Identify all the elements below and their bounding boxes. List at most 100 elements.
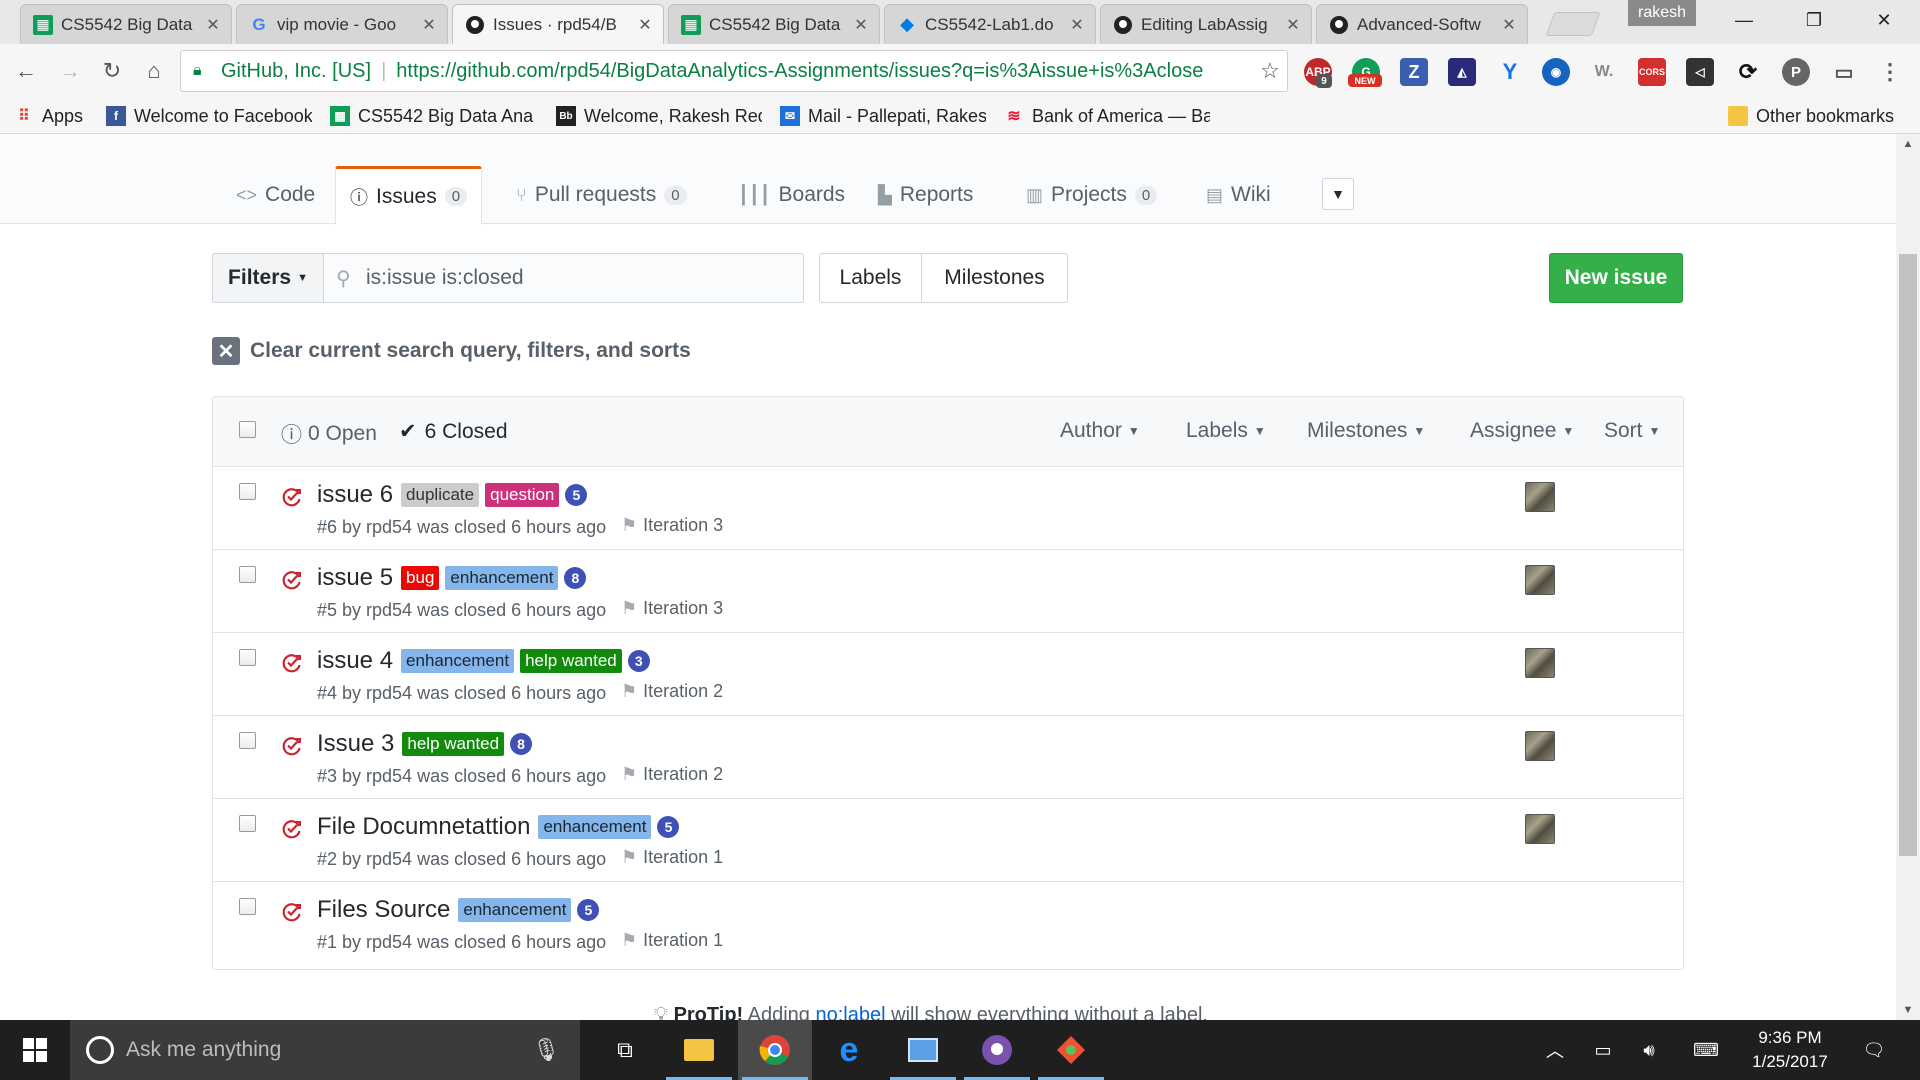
browser-tab-active[interactable]: Issues · rpd54/B ✕ [452,4,664,44]
power-icon[interactable]: ▭ [1586,1020,1620,1080]
bookmark-star-icon[interactable]: ☆ [1253,58,1287,84]
issue-row[interactable]: issue 6 duplicate question 5 #6 by rpd54 was… [213,467,1683,550]
issue-checkbox[interactable] [239,732,256,749]
y-extension-icon[interactable]: Y [1496,58,1524,86]
cast-icon[interactable]: ▭ [1830,58,1858,86]
browser-tab[interactable]: ◆ CS5542-Lab1.do ✕ [884,4,1096,44]
close-window-icon[interactable]: ✕ [1854,0,1914,40]
filters-dropdown[interactable]: Filters ▼ [212,253,324,303]
label-enhancement[interactable]: enhancement [458,898,572,922]
new-tab-button[interactable] [1545,12,1601,36]
gitkraken-icon[interactable] [1034,1020,1108,1080]
issue-title[interactable]: issue 5 [317,564,393,592]
control-panel-icon[interactable] [886,1020,960,1080]
issue-checkbox[interactable] [239,649,256,666]
labels-button[interactable]: Labels [819,253,922,303]
browser-tab[interactable]: Editing LabAssig ✕ [1100,4,1312,44]
milestones-button[interactable]: Milestones [921,253,1068,303]
issue-milestone[interactable]: ⚑ Iteration 1 [621,847,723,868]
tab-code[interactable]: <> Code [222,166,329,224]
close-tab-icon[interactable]: ✕ [1285,15,1301,35]
bookmark-bank[interactable]: ≋ Bank of America — Ba [1004,104,1210,128]
milestones-filter[interactable]: Milestones ▼ [1307,419,1425,443]
tab-reports[interactable]: ▙ Reports [864,166,987,224]
issue-checkbox[interactable] [239,566,256,583]
back-arrow-icon[interactable]: ← [10,56,42,86]
close-tab-icon[interactable]: ✕ [1069,15,1085,35]
bookmark-mail[interactable]: ✉ Mail - Pallepati, Rakes [780,104,986,128]
more-tabs-dropdown[interactable]: ▼ [1322,178,1354,210]
home-icon[interactable]: ⌂ [138,56,170,86]
issue-row[interactable]: Issue 3 help wanted 8 #3 by rpd54 was close… [213,716,1683,799]
issue-title[interactable]: Files Source [317,896,450,924]
issue-row[interactable]: File Documnetattion enhancement 5 #2 by rpd… [213,799,1683,882]
scroll-up-arrow-icon[interactable]: ▲ [1896,138,1920,150]
microphone-icon[interactable]: 🎙︎ [532,1037,560,1063]
tab-boards[interactable]: ┃┃┃ Boards [724,166,859,224]
comment-count-badge[interactable]: 5 [577,899,600,921]
w-extension-icon[interactable]: W. [1590,58,1618,86]
assignee-avatar[interactable] [1525,565,1555,595]
assignee-avatar[interactable] [1525,648,1555,678]
restore-icon[interactable]: ❐ [1784,0,1844,40]
issue-milestone[interactable]: ⚑ Iteration 2 [621,681,723,702]
clear-query-link[interactable]: ✕ Clear current search query, filters, a… [212,336,691,366]
issue-title[interactable]: File Documnetattion [317,813,530,841]
issue-checkbox[interactable] [239,898,256,915]
assignee-avatar[interactable] [1525,731,1555,761]
action-center-icon[interactable]: 🗨︎ [1854,1020,1894,1080]
menu-icon[interactable]: ⋮ [1876,58,1904,86]
assignee-avatar[interactable] [1525,482,1555,512]
issue-row[interactable]: Files Source enhancement 5 #1 by rpd54 was … [213,882,1683,965]
close-tab-icon[interactable]: ✕ [421,15,437,35]
scrollbar-thumb[interactable] [1899,254,1917,856]
scroll-down-arrow-icon[interactable]: ▼ [1896,1004,1920,1016]
label-help-wanted[interactable]: help wanted [520,649,622,673]
new-issue-button[interactable]: New issue [1549,253,1683,303]
close-tab-icon[interactable]: ✕ [1501,15,1517,35]
comment-count-badge[interactable]: 3 [627,650,650,672]
minimize-icon[interactable]: ― [1714,0,1774,40]
closed-issues-filter[interactable]: ✔ 6 Closed [399,419,508,444]
issue-title[interactable]: Issue 3 [317,730,394,758]
volume-icon[interactable]: 🔊︎ [1632,1020,1666,1080]
browser-tab[interactable]: ▦ CS5542 Big Data ✕ [668,4,880,44]
label-help-wanted[interactable]: help wanted [402,732,505,756]
open-issues-filter[interactable]: ⓘ 0 Open [281,419,377,449]
chrome-icon[interactable] [738,1020,812,1080]
tab-wiki[interactable]: ▤ Wiki [1192,166,1285,224]
sync-extension-icon[interactable]: ⟳ [1734,58,1762,86]
bookmark-sheets[interactable]: ▦ CS5542 Big Data Anal [330,104,534,128]
keyboard-icon[interactable]: ⌨ [1686,1020,1726,1080]
issue-row[interactable]: issue 4 enhancement help wanted 3 #4 by rpd5… [213,633,1683,716]
issue-search[interactable]: ⚲ [323,253,804,303]
reload-icon[interactable]: ↻ [96,56,128,86]
protip-link[interactable]: no:label [816,1004,886,1020]
comment-count-badge[interactable]: 8 [510,733,533,755]
shield-extension-icon[interactable]: ◭ [1448,58,1476,86]
issue-checkbox[interactable] [239,483,256,500]
file-explorer-icon[interactable] [662,1020,736,1080]
tab-issues[interactable]: ⓘ Issues 0 [335,166,483,225]
comment-count-badge[interactable]: 8 [564,567,587,589]
bookmark-blackboard[interactable]: Bb Welcome, Rakesh Red [556,104,762,128]
bookmark-other[interactable]: Other bookmarks [1728,104,1894,128]
edge-icon[interactable]: e [812,1020,886,1080]
eye-extension-icon[interactable]: ◉ [1542,58,1570,86]
z-extension-icon[interactable]: Z [1400,58,1428,86]
page-scrollbar[interactable]: ▲ ▼ [1896,134,1920,1020]
browser-tab[interactable]: ▦ CS5542 Big Data ✕ [20,4,232,44]
close-tab-icon[interactable]: ✕ [637,15,653,35]
label-bug[interactable]: bug [401,566,440,590]
windows-start-button[interactable] [0,1020,70,1080]
labels-filter[interactable]: Labels ▼ [1186,419,1266,443]
assignee-avatar[interactable] [1525,814,1555,844]
comment-count-badge[interactable]: 5 [565,484,588,506]
browser-tab[interactable]: Advanced-Softw ✕ [1316,4,1528,44]
issue-milestone[interactable]: ⚑ Iteration 1 [621,930,723,951]
profile-badge[interactable]: rakesh [1628,0,1696,26]
bookmark-facebook[interactable]: f Welcome to Facebook [106,104,312,128]
github-desktop-icon[interactable] [960,1020,1034,1080]
search-input[interactable] [366,266,786,290]
label-enhancement[interactable]: enhancement [538,815,652,839]
